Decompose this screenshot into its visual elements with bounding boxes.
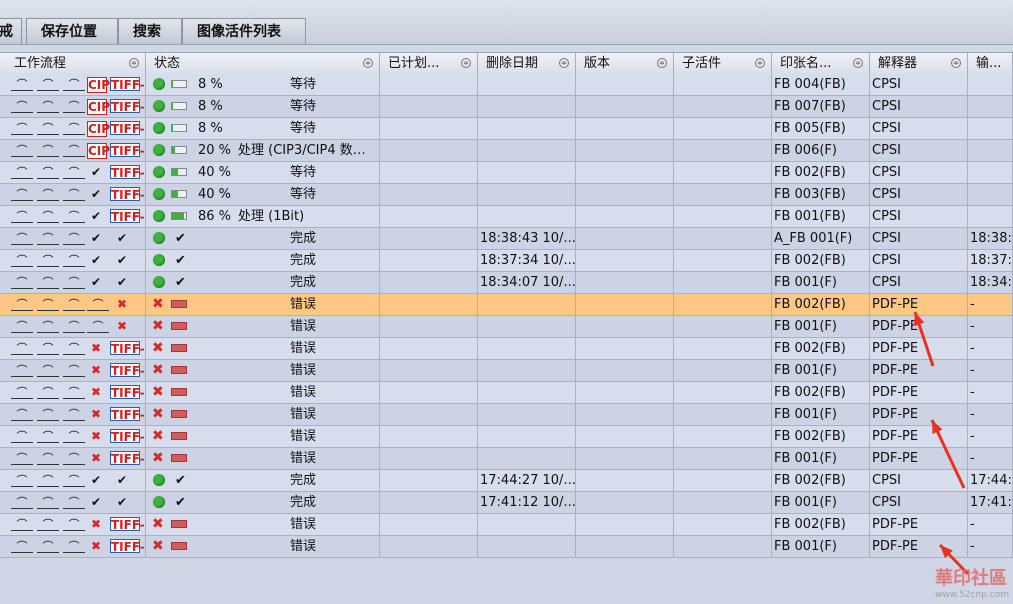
- watermark: 華印社區 www.52cnp.com: [935, 564, 1009, 600]
- watermark-title: 華印社區: [934, 568, 1007, 589]
- annotation-arrows: [913, 311, 970, 576]
- arrow-2: [930, 419, 966, 489]
- arrow-1: [913, 311, 935, 367]
- watermark-url: www.52cnp.com: [934, 590, 1009, 600]
